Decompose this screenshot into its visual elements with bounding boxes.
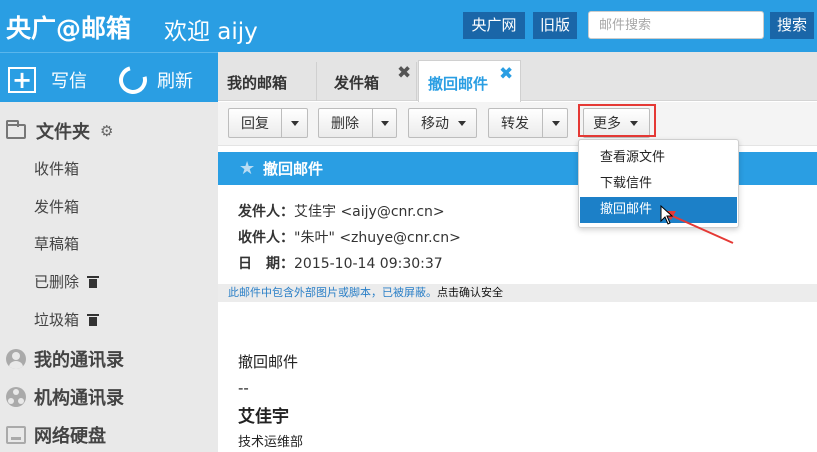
sidebar-item-label: 已删除 xyxy=(34,273,80,291)
sidebar-item-label: 收件箱 xyxy=(34,160,80,178)
folder-icon xyxy=(6,119,26,139)
forward-button[interactable]: 转发 xyxy=(488,108,568,138)
org-icon xyxy=(6,387,26,407)
signature-name: 艾佳宇 xyxy=(238,407,289,427)
from-value: 艾佳宇 <aijy@cnr.cn> xyxy=(294,204,445,220)
sidebar-section-label: 机构通讯录 xyxy=(34,388,124,409)
caret-down-icon xyxy=(291,120,299,126)
sidebar: + 写信 刷新 文件夹 ⚙ 收件箱 发件箱 草稿箱 已删除 垃圾箱 我的通讯录 … xyxy=(0,52,218,452)
move-label: 移动 xyxy=(421,116,449,132)
sidebar-section-label: 网络硬盘 xyxy=(34,426,106,447)
main-panel: 我的邮箱 发件箱 ✖ 撤回邮件 ✖ 回复 删除 移动 转发 更多 ★ 撤回邮件 … xyxy=(218,52,817,452)
refresh-label: 刷新 xyxy=(157,71,193,92)
tab-bar: 我的邮箱 发件箱 ✖ 撤回邮件 ✖ xyxy=(218,52,817,102)
old-version-link[interactable]: 旧版 xyxy=(533,12,577,39)
welcome-text: 欢迎 aijy xyxy=(164,19,258,45)
cnr-link[interactable]: 央广网 xyxy=(463,12,525,39)
sidebar-item-label: 发件箱 xyxy=(34,198,80,216)
date-value: 2015-10-14 09:30:37 xyxy=(294,256,443,272)
star-icon[interactable]: ★ xyxy=(239,158,255,179)
search-button[interactable]: 搜索 xyxy=(770,12,814,39)
mail-subject: 撤回邮件 xyxy=(263,160,324,178)
delete-button[interactable]: 删除 xyxy=(318,108,397,138)
to-label: 收件人： xyxy=(238,230,294,246)
mail-search-input[interactable] xyxy=(588,11,764,39)
menu-item-recall-mail[interactable]: 撤回邮件 xyxy=(580,197,737,223)
more-dropdown-menu: 查看源文件 下载信件 撤回邮件 xyxy=(578,139,739,228)
date-row: 日 期：2015-10-14 09:30:37 xyxy=(238,253,443,273)
sidebar-item-deleted[interactable]: 已删除 xyxy=(34,271,100,293)
signature-separator: -- xyxy=(238,379,249,397)
caret-down-icon xyxy=(551,120,560,126)
folders-header: 文件夹 ⚙ xyxy=(6,118,113,144)
tab-sent[interactable]: 发件箱 ✖ xyxy=(318,62,417,101)
sidebar-item-inbox[interactable]: 收件箱 xyxy=(34,158,79,180)
compose-button[interactable]: + 写信 xyxy=(8,67,87,93)
compose-label: 写信 xyxy=(51,71,87,92)
refresh-button[interactable]: 刷新 xyxy=(113,60,193,100)
menu-item-view-source[interactable]: 查看源文件 xyxy=(580,145,737,171)
confirm-safe-link[interactable]: 点击确认安全 xyxy=(437,286,503,299)
date-label: 日 期： xyxy=(238,256,294,272)
reply-button[interactable]: 回复 xyxy=(228,108,308,138)
sidebar-item-label: 垃圾箱 xyxy=(34,311,80,329)
delete-label: 删除 xyxy=(331,116,359,132)
forward-label: 转发 xyxy=(501,116,529,132)
trash-icon[interactable] xyxy=(87,276,100,288)
close-icon[interactable]: ✖ xyxy=(499,66,513,83)
top-header: 央广@邮箱 欢迎 aijy 央广网 旧版 搜索 xyxy=(0,0,817,52)
disk-icon xyxy=(6,426,26,444)
caret-down-icon xyxy=(381,120,389,126)
signature-dept: 技术运维部 xyxy=(238,435,304,450)
sidebar-item-my-contacts[interactable]: 我的通讯录 xyxy=(6,347,124,371)
refresh-icon xyxy=(113,60,153,100)
move-button[interactable]: 移动 xyxy=(408,108,477,138)
warning-text: 此邮件中包含外部图片或脚本，已被屏蔽。 xyxy=(228,286,437,299)
from-row: 发件人：艾佳宇 <aijy@cnr.cn> xyxy=(238,201,445,221)
from-label: 发件人： xyxy=(238,204,294,220)
sidebar-item-drafts[interactable]: 草稿箱 xyxy=(34,233,79,255)
reply-dropdown-toggle[interactable] xyxy=(281,109,308,137)
sidebar-item-label: 草稿箱 xyxy=(34,235,80,253)
mail-body-line: 撤回邮件 xyxy=(238,353,299,371)
sidebar-actions: + 写信 刷新 xyxy=(0,52,218,102)
annotation-highlight-box xyxy=(578,104,656,137)
tab-my-mailbox[interactable]: 我的邮箱 xyxy=(218,62,317,101)
close-icon[interactable]: ✖ xyxy=(397,65,411,82)
trash-icon[interactable] xyxy=(87,314,100,326)
gear-icon[interactable]: ⚙ xyxy=(100,122,113,140)
tab-label: 发件箱 xyxy=(334,74,380,92)
caret-down-icon xyxy=(458,120,466,126)
tab-recall-mail[interactable]: 撤回邮件 ✖ xyxy=(418,60,521,102)
menu-item-download-mail[interactable]: 下载信件 xyxy=(580,171,737,197)
to-value: "朱叶" <zhuye@cnr.cn> xyxy=(294,230,461,246)
sidebar-item-org-contacts[interactable]: 机构通讯录 xyxy=(6,385,124,409)
folders-title: 文件夹 xyxy=(36,122,90,143)
sidebar-item-junk[interactable]: 垃圾箱 xyxy=(34,309,100,331)
tab-label: 撤回邮件 xyxy=(428,75,489,93)
sidebar-item-sent[interactable]: 发件箱 xyxy=(34,196,79,218)
plus-icon: + xyxy=(8,67,36,93)
external-content-warning: 此邮件中包含外部图片或脚本，已被屏蔽。点击确认安全 xyxy=(218,284,817,302)
sidebar-item-network-disk[interactable]: 网络硬盘 xyxy=(6,423,106,447)
contacts-icon xyxy=(6,349,26,369)
forward-dropdown-toggle[interactable] xyxy=(542,109,568,137)
delete-dropdown-toggle[interactable] xyxy=(372,109,397,137)
reply-label: 回复 xyxy=(241,116,269,132)
sidebar-section-label: 我的通讯录 xyxy=(34,350,124,371)
tab-label: 我的邮箱 xyxy=(227,74,288,92)
logo: 央广@邮箱 xyxy=(6,14,132,43)
to-row: 收件人："朱叶" <zhuye@cnr.cn> xyxy=(238,227,461,247)
